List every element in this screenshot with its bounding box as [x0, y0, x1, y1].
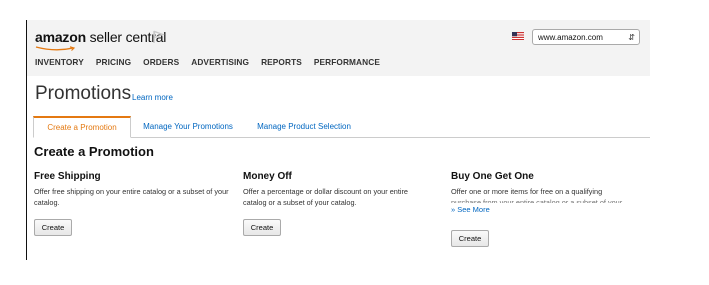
select-updown-icon: ⇵: [628, 33, 635, 42]
tab-manage-product-selection[interactable]: Manage Product Selection: [251, 117, 357, 137]
amazon-seller-central-logo[interactable]: amazon seller central: [35, 29, 166, 45]
nav-inventory[interactable]: INVENTORY: [35, 57, 84, 67]
card-description-line: Offer one or more items for free on a qu…: [451, 187, 603, 196]
marketplace-select[interactable]: www.amazon.com ⇵: [532, 29, 640, 45]
learn-more-link[interactable]: Learn more: [132, 93, 173, 102]
seller-central-page: amazon seller central www.amazon.com ⇵ I…: [27, 20, 650, 260]
create-money-off-button[interactable]: Create: [243, 219, 281, 236]
card-title: Money Off: [243, 171, 292, 182]
card-title: Free Shipping: [34, 171, 101, 182]
create-free-shipping-button[interactable]: Create: [34, 219, 72, 236]
page-title: Promotions: [35, 83, 132, 104]
promo-card-free-shipping: Free Shipping Offer free shipping on you…: [34, 171, 230, 208]
card-description: Offer one or more items for free on a qu…: [451, 186, 647, 203]
main-nav: INVENTORY PRICING ORDERS ADVERTISING REP…: [35, 57, 392, 67]
card-description-line-clipped: purchase from your entire catalog or a s…: [451, 198, 623, 203]
marketplace-select-value: www.amazon.com: [538, 33, 603, 42]
card-description: Offer a percentage or dollar discount on…: [243, 187, 408, 207]
create-bogo-button[interactable]: Create: [451, 230, 489, 247]
us-flag-icon: [512, 32, 524, 40]
see-more-link[interactable]: » See More: [451, 205, 647, 214]
promotion-tabs: Create a Promotion Manage Your Promotion…: [33, 116, 650, 138]
top-header: amazon seller central www.amazon.com ⇵ I…: [27, 20, 650, 76]
promo-card-money-off: Money Off Offer a percentage or dollar d…: [243, 171, 433, 208]
nav-performance[interactable]: PERFORMANCE: [314, 57, 380, 67]
tab-manage-promotions[interactable]: Manage Your Promotions: [136, 117, 240, 137]
card-description: Offer free shipping on your entire catal…: [34, 187, 229, 207]
nav-orders[interactable]: ORDERS: [143, 57, 179, 67]
section-title: Create a Promotion: [34, 144, 154, 159]
nav-reports[interactable]: REPORTS: [261, 57, 302, 67]
amazon-smile-icon: [35, 46, 76, 51]
logo-amazon-text: amazon: [35, 29, 86, 45]
notification-flag-icon[interactable]: [152, 30, 166, 44]
tab-create-promotion[interactable]: Create a Promotion: [33, 116, 131, 138]
nav-pricing[interactable]: PRICING: [96, 57, 131, 67]
card-title: Buy One Get One: [451, 171, 534, 182]
promo-card-buy-one-get-one: Buy One Get One Offer one or more items …: [451, 171, 647, 214]
nav-advertising[interactable]: ADVERTISING: [191, 57, 249, 67]
